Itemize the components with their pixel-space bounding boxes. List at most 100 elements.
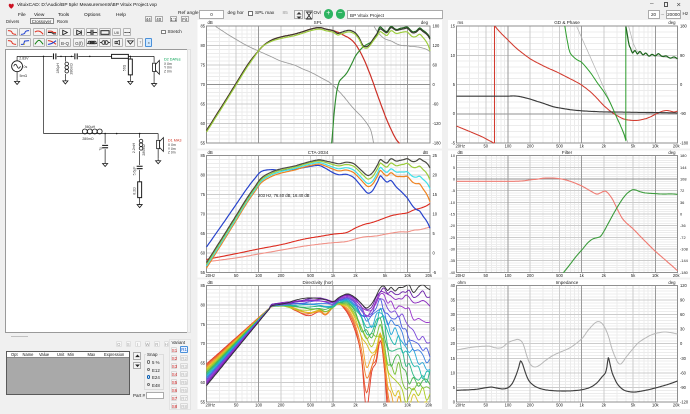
svg-text:15: 15 — [450, 356, 455, 361]
svg-text:-30: -30 — [449, 247, 455, 252]
svg-text:-5: -5 — [452, 188, 455, 193]
svg-text:-10: -10 — [449, 200, 455, 205]
svg-text:50: 50 — [484, 273, 489, 278]
svg-text:-25: -25 — [449, 235, 455, 240]
svg-text:ohm: ohm — [458, 280, 467, 285]
svg-text:500: 500 — [556, 273, 564, 278]
svg-text:CTA-2034: CTA-2034 — [308, 150, 329, 155]
svg-text:70: 70 — [200, 341, 205, 346]
svg-text:-90: -90 — [680, 111, 687, 116]
svg-text:10k: 10k — [652, 273, 660, 278]
svg-text:-20: -20 — [449, 223, 455, 228]
svg-text:60: 60 — [200, 380, 205, 385]
svg-text:100: 100 — [255, 273, 263, 278]
svg-text:50: 50 — [484, 144, 489, 149]
svg-text:65: 65 — [200, 102, 205, 107]
svg-text:10: 10 — [433, 211, 438, 216]
svg-text:70: 70 — [200, 82, 205, 87]
svg-text:120: 120 — [433, 43, 441, 48]
svg-text:50: 50 — [234, 273, 239, 278]
svg-text:100: 100 — [505, 273, 513, 278]
svg-text:70: 70 — [200, 211, 205, 216]
svg-text:10: 10 — [450, 53, 455, 58]
svg-text:SPL: SPL — [314, 20, 323, 25]
svg-text:20Hz: 20Hz — [206, 273, 216, 278]
svg-text:10k: 10k — [404, 403, 412, 408]
svg-text:60: 60 — [200, 250, 205, 255]
svg-text:-30: -30 — [680, 356, 687, 361]
svg-text:-180: -180 — [680, 141, 689, 146]
svg-text:Filter: Filter — [562, 150, 573, 155]
svg-text:20k: 20k — [673, 403, 681, 408]
svg-text:ms: ms — [458, 20, 464, 25]
svg-text:-120: -120 — [433, 121, 442, 126]
svg-text:30: 30 — [680, 327, 685, 332]
svg-text:20: 20 — [450, 341, 455, 346]
svg-text:80: 80 — [200, 173, 205, 178]
svg-text:75: 75 — [200, 192, 205, 197]
svg-text:20k: 20k — [425, 273, 433, 278]
svg-text:65: 65 — [200, 231, 205, 236]
svg-text:180: 180 — [680, 24, 688, 29]
svg-text:-60: -60 — [680, 370, 687, 375]
svg-text:deg: deg — [668, 150, 676, 155]
svg-text:30: 30 — [450, 312, 455, 317]
svg-text:20k: 20k — [673, 144, 681, 149]
svg-text:200: 200 — [278, 273, 286, 278]
svg-text:Impedance: Impedance — [556, 280, 579, 285]
svg-text:80: 80 — [200, 43, 205, 48]
svg-text:90: 90 — [680, 53, 685, 58]
svg-text:100: 100 — [505, 403, 513, 408]
svg-text:deg: deg — [668, 280, 676, 285]
svg-text:60: 60 — [200, 121, 205, 126]
svg-text:20Hz: 20Hz — [456, 144, 466, 149]
svg-text:50: 50 — [234, 403, 239, 408]
svg-text:25: 25 — [433, 153, 438, 158]
svg-text:10: 10 — [450, 370, 455, 375]
svg-text:-144: -144 — [680, 258, 689, 263]
svg-text:180: 180 — [433, 24, 441, 29]
svg-text:dB: dB — [208, 20, 213, 25]
svg-text:-180: -180 — [433, 141, 442, 146]
svg-text:-36: -36 — [680, 223, 686, 228]
svg-text:72: 72 — [680, 188, 684, 193]
svg-text:20Hz: 20Hz — [206, 403, 216, 408]
svg-text:75: 75 — [200, 63, 205, 68]
svg-text:85: 85 — [200, 153, 205, 158]
svg-text:15: 15 — [450, 24, 455, 29]
svg-text:75: 75 — [200, 322, 205, 327]
svg-text:500: 500 — [307, 273, 315, 278]
svg-text:65: 65 — [200, 361, 205, 366]
svg-text:-90: -90 — [680, 385, 687, 390]
svg-text:dB: dB — [458, 150, 463, 155]
svg-text:Directivity (hor): Directivity (hor) — [303, 280, 334, 285]
svg-text:120: 120 — [680, 283, 688, 288]
svg-text:-15: -15 — [449, 211, 455, 216]
svg-text:deg: deg — [668, 20, 676, 25]
svg-text:dB: dB — [423, 150, 428, 155]
svg-text:-35: -35 — [449, 258, 455, 263]
svg-text:200: 200 — [527, 144, 535, 149]
svg-text:20k: 20k — [673, 273, 681, 278]
svg-text:60: 60 — [680, 312, 685, 317]
svg-text:dB: dB — [208, 280, 213, 285]
svg-text:180: 180 — [680, 153, 687, 158]
svg-text:deg: deg — [421, 20, 429, 25]
svg-text:-108: -108 — [680, 247, 688, 252]
svg-text:144: 144 — [680, 165, 687, 170]
svg-text:20Hz: 20Hz — [456, 403, 466, 408]
svg-text:108: 108 — [680, 176, 687, 181]
svg-text:200: 200 — [278, 403, 286, 408]
svg-text:GD & Phase: GD & Phase — [554, 20, 580, 25]
svg-text:80: 80 — [200, 302, 205, 307]
svg-text:20: 20 — [433, 173, 438, 178]
svg-text:25: 25 — [450, 327, 455, 332]
svg-text:10k: 10k — [652, 144, 660, 149]
svg-text:200: 200 — [527, 403, 535, 408]
svg-text:-120: -120 — [680, 400, 689, 405]
svg-text:500: 500 — [307, 403, 315, 408]
svg-text:36: 36 — [680, 200, 684, 205]
svg-text:500: 500 — [556, 403, 564, 408]
svg-text:200: 200 — [527, 273, 535, 278]
svg-text:85: 85 — [200, 283, 205, 288]
